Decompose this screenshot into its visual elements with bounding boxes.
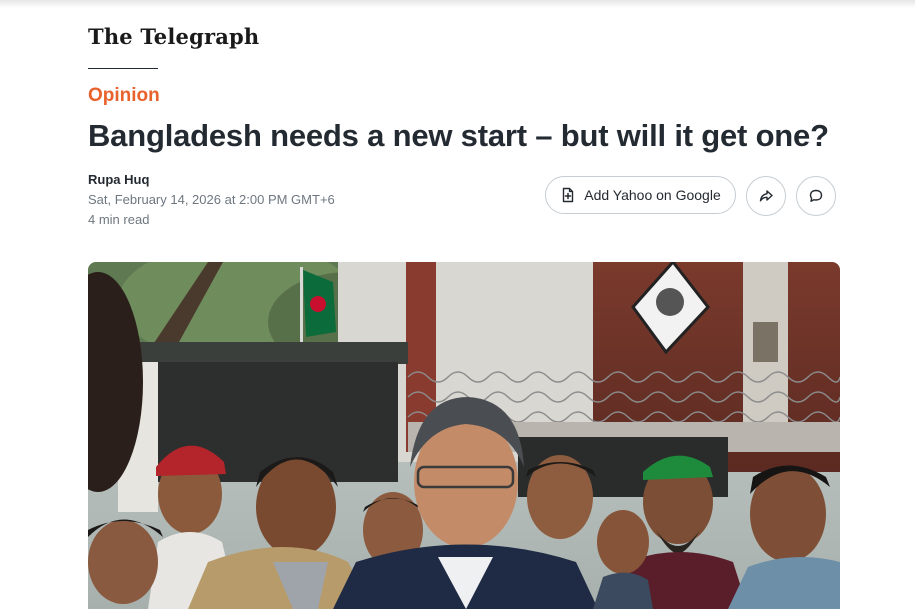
hero-image[interactable] — [88, 262, 840, 609]
share-arrow-icon — [758, 188, 774, 204]
comments-button[interactable] — [796, 176, 836, 216]
article-category[interactable]: Opinion — [88, 85, 160, 107]
author-name[interactable]: Rupa Huq — [88, 172, 149, 187]
read-time: 4 min read — [88, 212, 150, 227]
add-yahoo-on-google-button[interactable]: Add Yahoo on Google — [545, 176, 736, 214]
hero-photo — [88, 262, 840, 609]
add-document-icon — [560, 187, 576, 203]
share-button[interactable] — [746, 176, 786, 216]
publish-date: Sat, February 14, 2026 at 2:00 PM GMT+6 — [88, 192, 335, 207]
article-page: The Telegraph Opinion Bangladesh needs a… — [0, 0, 915, 609]
publisher-logo[interactable]: The Telegraph — [88, 24, 259, 49]
browser-top-shadow — [0, 0, 915, 8]
add-yahoo-label: Add Yahoo on Google — [584, 187, 721, 203]
article-headline: Bangladesh needs a new start – but will … — [88, 118, 829, 153]
comment-bubble-icon — [808, 188, 824, 204]
header-divider — [88, 68, 158, 69]
